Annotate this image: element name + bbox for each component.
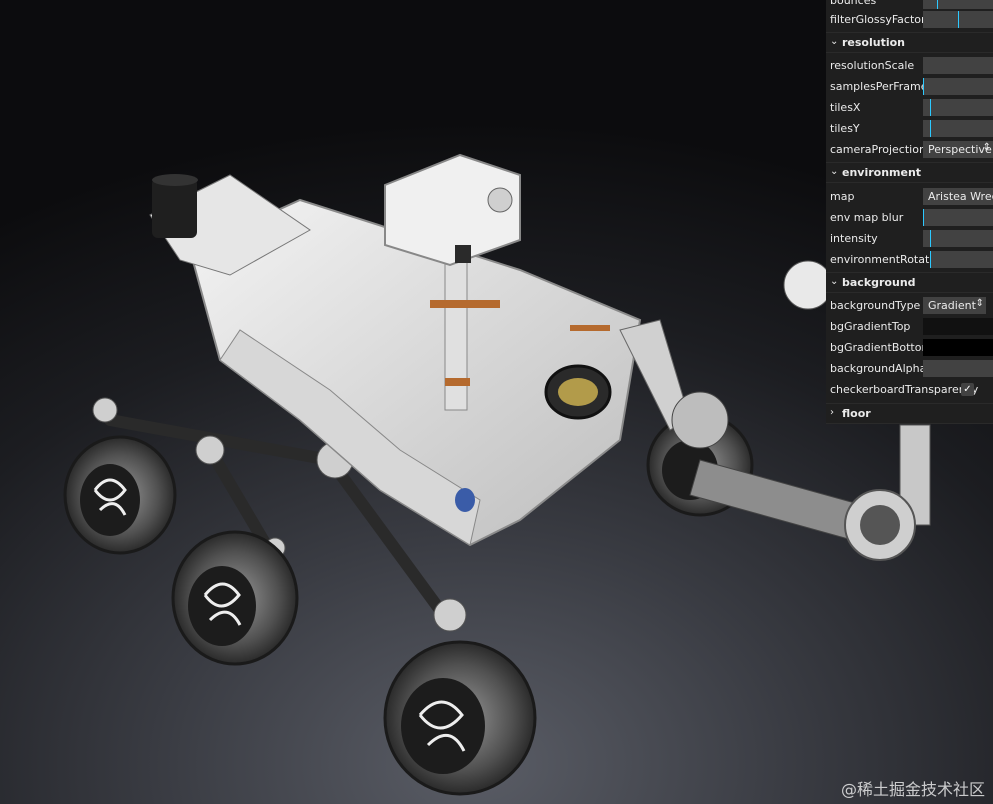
map-row: map Aristea Wreck: [826, 186, 993, 207]
samples-per-frame-slider[interactable]: [923, 78, 993, 95]
rover-cylinder-top: [152, 174, 198, 186]
environment-rotation-row: environmentRotation: [826, 249, 993, 270]
samples-per-frame-label: samplesPerFrame: [830, 80, 928, 93]
checkerboard-label: checkerboardTransparency: [830, 383, 979, 396]
settings-panel: bounces filterGlossyFactor ⌄ resolution …: [826, 0, 993, 424]
rover-model[interactable]: [63, 153, 931, 796]
folder-floor-title: floor: [842, 407, 871, 420]
checkerboard-row: checkerboardTransparency ✓: [826, 379, 993, 400]
background-type-label: backgroundType: [830, 299, 921, 312]
watermark: @稀土掘金技术社区: [840, 780, 985, 799]
wheel-rear-left: [63, 435, 177, 555]
folder-background-title: background: [842, 276, 916, 289]
camera-projection-select[interactable]: Perspective ⇕: [923, 141, 993, 158]
rover-cylinder: [152, 178, 197, 238]
bg-gradient-bottom-row: bgGradientBottom: [826, 337, 993, 358]
chevron-down-icon: ⌄: [830, 166, 839, 177]
filter-glossy-label: filterGlossyFactor: [830, 13, 926, 26]
folder-background[interactable]: ⌄ background: [826, 272, 993, 293]
folder-resolution-title: resolution: [842, 36, 906, 49]
bg-gradient-bottom-color[interactable]: [923, 339, 993, 356]
map-value: Aristea Wreck: [928, 190, 993, 203]
resolution-scale-row: resolutionScale: [826, 55, 993, 76]
rover-camera-eye: [455, 245, 471, 263]
camera-projection-label: cameraProjection: [830, 143, 926, 156]
rover-sample-carousel: [544, 364, 612, 420]
environment-rotation-label: environmentRotation: [830, 253, 947, 266]
tiles-y-slider[interactable]: [923, 120, 993, 137]
background-type-value: Gradient: [928, 299, 976, 312]
env-map-blur-slider[interactable]: [923, 209, 993, 226]
intensity-row: intensity: [826, 228, 993, 249]
rover-turret-sphere: [783, 260, 833, 310]
environment-rotation-slider[interactable]: [930, 251, 993, 268]
wheel-front-left: [383, 640, 537, 796]
select-arrow-icon: ⇕: [975, 298, 984, 309]
chevron-down-icon: ⌄: [830, 276, 839, 287]
background-type-select[interactable]: Gradient ⇕: [923, 297, 986, 314]
checkerboard-checkbox[interactable]: ✓: [961, 383, 974, 396]
tiles-x-label: tilesX: [830, 101, 861, 114]
rover-mast: [444, 259, 468, 411]
tiles-x-slider[interactable]: [923, 99, 993, 116]
map-select[interactable]: Aristea Wreck: [923, 188, 993, 205]
tiles-y-row: tilesY: [826, 118, 993, 139]
camera-projection-row: cameraProjection Perspective ⇕: [826, 139, 993, 160]
intensity-slider[interactable]: [923, 230, 993, 247]
folder-resolution[interactable]: ⌄ resolution: [826, 32, 993, 53]
select-arrow-icon: ⇕: [982, 142, 991, 153]
resolution-scale-label: resolutionScale: [830, 59, 915, 72]
bg-gradient-bottom-label: bgGradientBottom: [830, 341, 933, 354]
background-alpha-row: backgroundAlpha: [826, 358, 993, 379]
wheel-middle-left: [171, 530, 299, 666]
chevron-right-icon: ›: [830, 407, 834, 418]
background-type-row: backgroundType Gradient ⇕: [826, 295, 993, 316]
rover-nasa-logo: [455, 488, 475, 512]
tiles-y-label: tilesY: [830, 122, 860, 135]
bounces-slider[interactable]: [923, 0, 993, 9]
env-map-blur-label: env map blur: [830, 211, 904, 224]
map-label: map: [830, 190, 855, 203]
background-alpha-label: backgroundAlpha: [830, 362, 927, 375]
env-map-blur-row: env map blur: [826, 207, 993, 228]
bg-gradient-top-color[interactable]: [923, 318, 993, 335]
intensity-label: intensity: [830, 232, 878, 245]
folder-environment[interactable]: ⌄ environment: [826, 162, 993, 183]
folder-floor[interactable]: › floor: [826, 403, 993, 424]
resolution-scale-slider[interactable]: [923, 57, 993, 74]
bg-gradient-top-row: bgGradientTop: [826, 316, 993, 337]
folder-environment-title: environment: [842, 166, 922, 179]
background-alpha-slider[interactable]: [923, 360, 993, 377]
tiles-x-row: tilesX: [826, 97, 993, 118]
rover-camera-lens: [487, 187, 513, 213]
bg-gradient-top-label: bgGradientTop: [830, 320, 911, 333]
chevron-down-icon: ⌄: [830, 36, 839, 47]
bounces-label: bounces: [830, 0, 877, 7]
filter-glossy-row: filterGlossyFactor: [826, 9, 993, 30]
samples-per-frame-row: samplesPerFrame: [826, 76, 993, 97]
filter-glossy-slider[interactable]: [923, 11, 993, 28]
